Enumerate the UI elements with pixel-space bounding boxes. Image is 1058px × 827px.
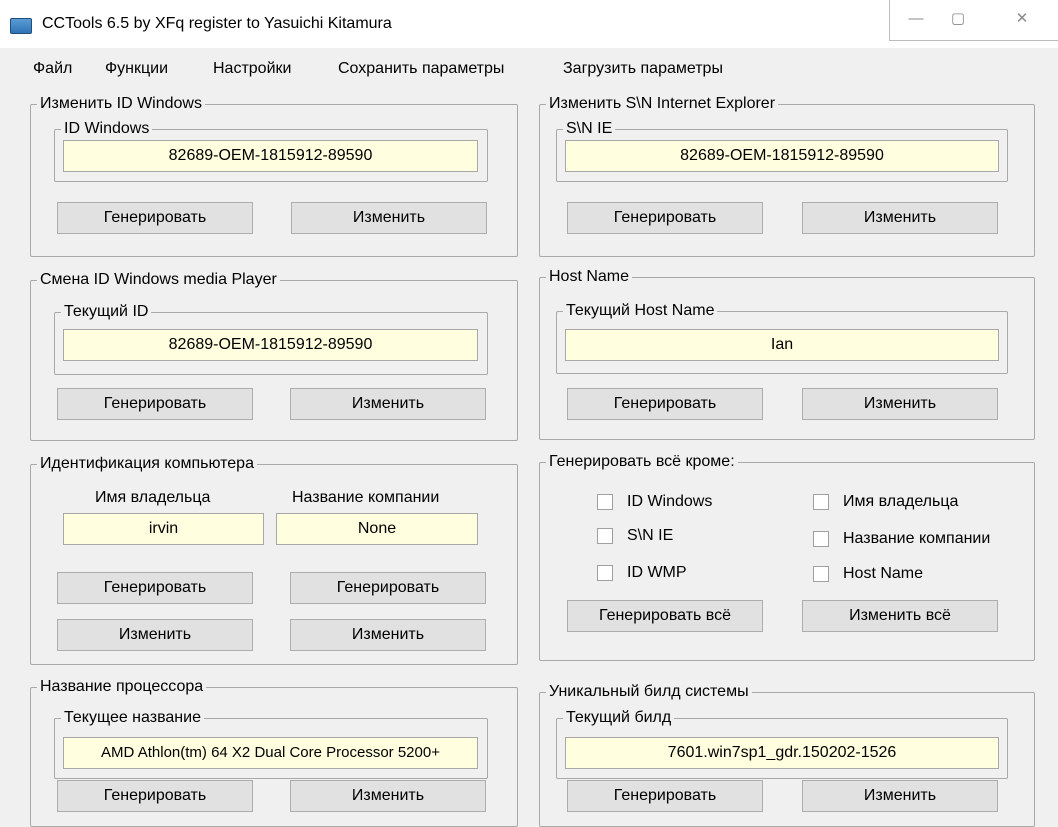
- build-change-button[interactable]: Изменить: [802, 780, 998, 812]
- cpu-name-group-title: Название процессора: [40, 678, 204, 695]
- wmp-id-group-title: Смена ID Windows media Player: [40, 271, 277, 288]
- checkbox-label: Host Name: [843, 565, 924, 582]
- windows-id-group-title: Изменить ID Windows: [40, 95, 202, 112]
- checkbox-label: Имя владельца: [843, 493, 959, 510]
- checkbox-label: Название компании: [843, 530, 991, 547]
- title-bar: CCTools 6.5 by XFq register to Yasuichi …: [0, 0, 1058, 48]
- maximize-button[interactable]: ▢: [938, 6, 978, 32]
- wmp-id-field[interactable]: 82689-OEM-1815912-89590: [63, 329, 478, 361]
- menu-settings[interactable]: Настройки: [213, 60, 291, 78]
- window-controls: — ▢ ✕: [889, 0, 1058, 41]
- ie-sn-generate-button[interactable]: Генерировать: [567, 202, 763, 234]
- change-all-button[interactable]: Изменить всё: [802, 600, 998, 632]
- cpu-name-generate-button[interactable]: Генерировать: [57, 780, 253, 812]
- menu-functions[interactable]: Функции: [105, 60, 168, 78]
- build-inner-title: Текущий билд: [566, 709, 672, 726]
- owner-name-label: Имя владельца: [95, 489, 211, 506]
- host-name-change-button[interactable]: Изменить: [802, 388, 998, 420]
- checkbox-box[interactable]: [813, 566, 829, 582]
- checkbox-box[interactable]: [813, 531, 829, 547]
- window-title: CCTools 6.5 by XFq register to Yasuichi …: [42, 15, 392, 32]
- cpu-name-field[interactable]: AMD Athlon(tm) 64 X2 Dual Core Processor…: [63, 737, 478, 769]
- host-name-inner-title: Текущий Host Name: [566, 302, 715, 319]
- computer-id-group-title: Идентификация компьютера: [40, 455, 254, 472]
- ie-sn-inner-title: S\N IE: [566, 120, 613, 137]
- checkbox-box[interactable]: [597, 528, 613, 544]
- wmp-id-change-button[interactable]: Изменить: [290, 388, 486, 420]
- wmp-id-inner-title: Текущий ID: [64, 303, 149, 320]
- cpu-name-change-button[interactable]: Изменить: [290, 780, 486, 812]
- ie-sn-group-title: Изменить S\N Internet Explorer: [549, 95, 776, 112]
- ie-sn-field[interactable]: 82689-OEM-1815912-89590: [565, 140, 999, 172]
- menu-save-params[interactable]: Сохранить параметры: [338, 60, 504, 78]
- checkbox-box[interactable]: [813, 494, 829, 510]
- ie-sn-change-button[interactable]: Изменить: [802, 202, 998, 234]
- cpu-name-inner-title: Текущее название: [64, 709, 201, 726]
- checkbox-box[interactable]: [597, 494, 613, 510]
- company-name-label: Название компании: [292, 489, 440, 506]
- company-name-field[interactable]: None: [276, 513, 478, 545]
- owner-change-button[interactable]: Изменить: [57, 619, 253, 651]
- owner-name-field[interactable]: irvin: [63, 513, 264, 545]
- company-change-button[interactable]: Изменить: [290, 619, 486, 651]
- generate-all-button[interactable]: Генерировать всё: [567, 600, 763, 632]
- checkbox-box[interactable]: [597, 565, 613, 581]
- windows-id-generate-button[interactable]: Генерировать: [57, 202, 253, 234]
- app-icon: [10, 18, 32, 34]
- host-name-generate-button[interactable]: Генерировать: [567, 388, 763, 420]
- close-button[interactable]: ✕: [1002, 6, 1042, 32]
- windows-id-inner-title: ID Windows: [64, 120, 150, 137]
- build-generate-button[interactable]: Генерировать: [567, 780, 763, 812]
- minimize-button[interactable]: —: [896, 6, 936, 32]
- wmp-id-generate-button[interactable]: Генерировать: [57, 388, 253, 420]
- build-field[interactable]: 7601.win7sp1_gdr.150202-1526: [565, 737, 999, 769]
- company-generate-button[interactable]: Генерировать: [290, 572, 486, 604]
- windows-id-change-button[interactable]: Изменить: [291, 202, 487, 234]
- menu-bar: Файл Функции Настройки Сохранить парамет…: [0, 50, 1058, 88]
- owner-generate-button[interactable]: Генерировать: [57, 572, 253, 604]
- host-name-field[interactable]: Ian: [565, 329, 999, 361]
- checkbox-label: ID WMP: [627, 564, 687, 581]
- menu-load-params[interactable]: Загрузить параметры: [563, 60, 723, 78]
- generate-all-group-title: Генерировать всё кроме:: [549, 453, 735, 470]
- windows-id-field[interactable]: 82689-OEM-1815912-89590: [63, 140, 478, 172]
- checkbox-label: S\N IE: [627, 527, 674, 544]
- menu-file[interactable]: Файл: [33, 60, 72, 78]
- checkbox-label: ID Windows: [627, 493, 713, 510]
- host-name-group-title: Host Name: [549, 268, 630, 285]
- build-group-title: Уникальный билд системы: [549, 683, 749, 700]
